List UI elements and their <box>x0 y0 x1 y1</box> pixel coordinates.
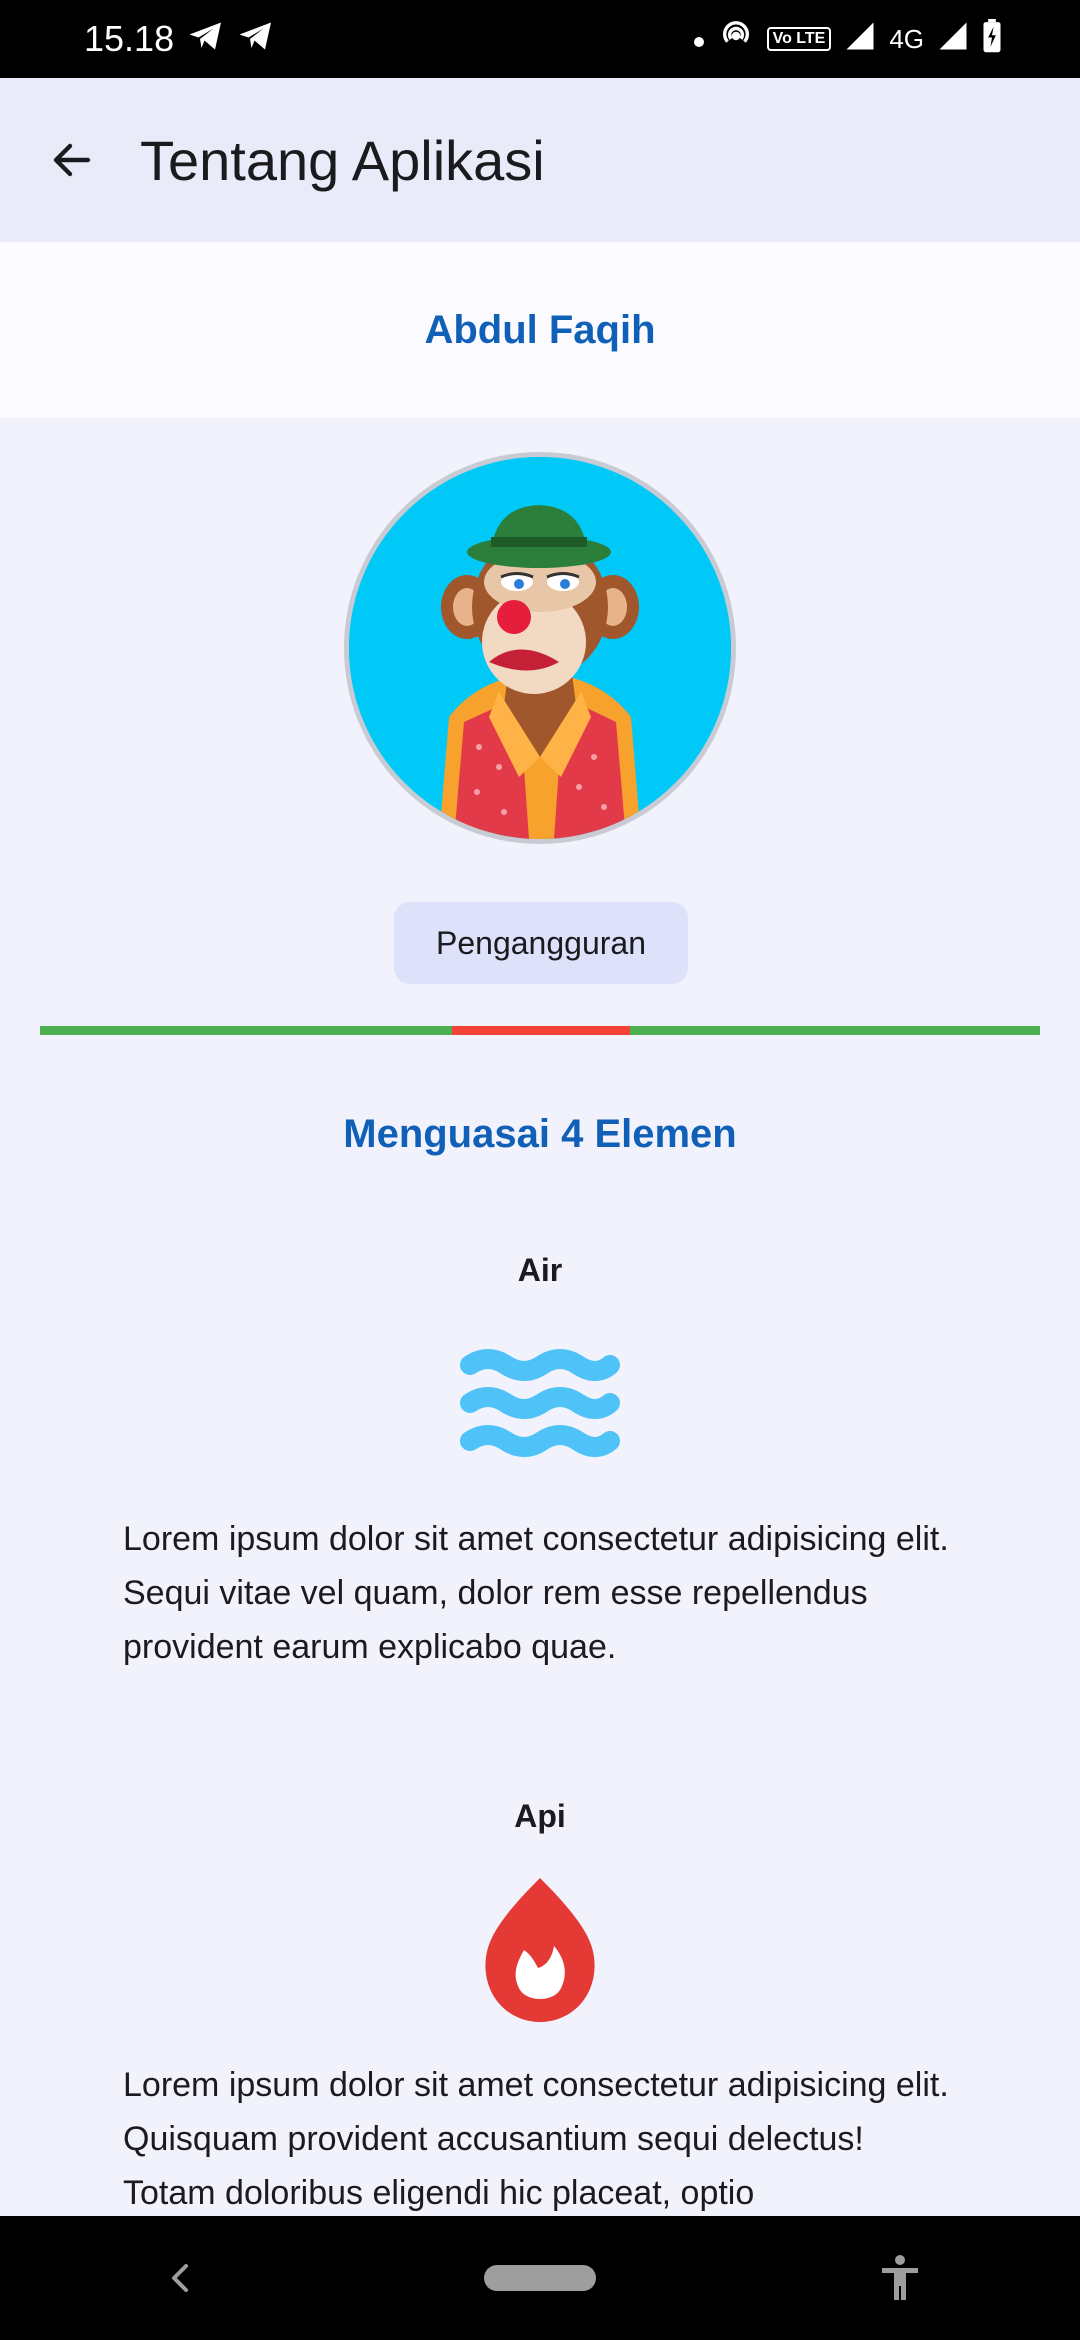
arrow-back-icon <box>53 143 91 177</box>
water-waves-icon <box>458 1348 622 1463</box>
profile-name-band: Abdul Faqih <box>0 242 1080 418</box>
avatar <box>344 452 736 844</box>
profile-name: Abdul Faqih <box>424 307 656 352</box>
app-bar: Tentang Aplikasi <box>0 78 1080 242</box>
status-bar: 15.18 Vo LTE 4G <box>0 0 1080 78</box>
hotspot-icon <box>719 19 753 60</box>
section-divider <box>40 1026 1040 1035</box>
element-description-api: Lorem ipsum dolor sit amet consectetur a… <box>123 2066 949 2212</box>
element-title-api: Api <box>514 1798 566 1834</box>
notification-dot-icon <box>693 24 705 55</box>
accessibility-button[interactable] <box>840 2228 960 2328</box>
back-button[interactable] <box>36 124 108 196</box>
status-time: 15.18 <box>84 18 175 59</box>
battery-icon <box>982 18 1002 60</box>
section-title: Menguasai 4 Elemen <box>343 1112 737 1156</box>
nav-back-icon <box>172 2264 188 2292</box>
element-description-air: Lorem ipsum dolor sit amet consectetur a… <box>123 1520 949 1666</box>
accessibility-icon <box>882 2255 918 2300</box>
divider-green-left <box>40 1026 452 1035</box>
home-pill-icon <box>484 2265 596 2291</box>
status-left: 15.18 <box>84 18 274 60</box>
signal-icon <box>938 21 968 58</box>
telegram-icon <box>238 18 274 60</box>
system-nav-bar <box>0 2216 1080 2340</box>
nav-home-button[interactable] <box>480 2228 600 2328</box>
page-title: Tentang Aplikasi <box>140 128 545 192</box>
divider-red-center <box>452 1026 630 1035</box>
role-chip[interactable]: Pengangguran <box>394 902 688 984</box>
divider-green-right <box>630 1026 1040 1035</box>
fire-icon <box>476 1876 604 2027</box>
volte-badge: Vo LTE <box>766 27 832 51</box>
signal-icon <box>845 21 875 58</box>
nav-back-button[interactable] <box>120 2228 240 2328</box>
network-type: 4G <box>889 23 924 54</box>
status-right: Vo LTE 4G <box>693 18 1002 60</box>
avatar-image <box>349 457 731 839</box>
element-title-air: Air <box>517 1252 563 1288</box>
telegram-icon <box>188 18 224 60</box>
